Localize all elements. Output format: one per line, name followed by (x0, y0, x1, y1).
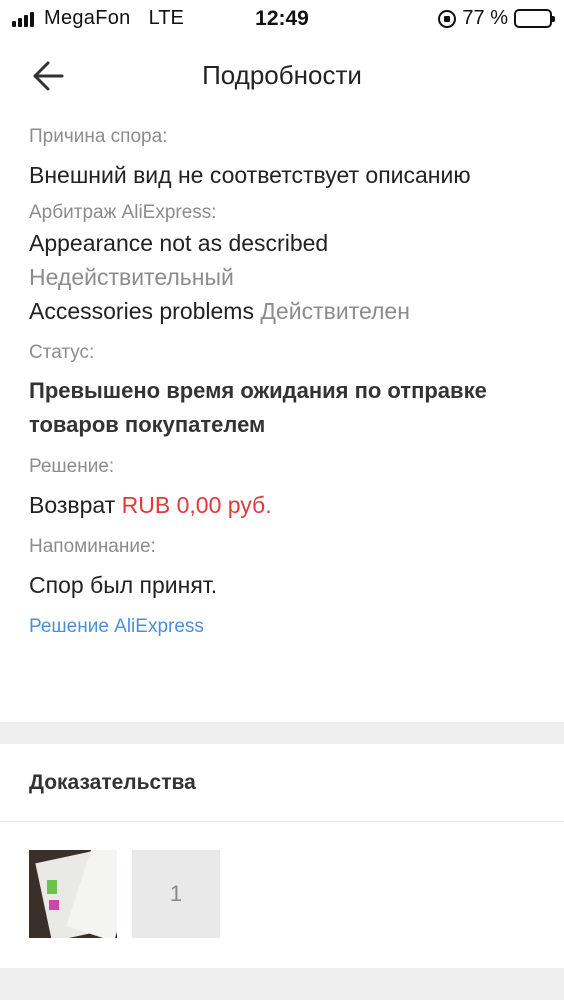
reason-value: Внешний вид не соответствует описанию (29, 162, 471, 188)
bottom-divider (0, 968, 564, 1000)
decision-amount: RUB 0,00 руб. (121, 492, 272, 518)
arbitration-item-state: Недействительный (29, 264, 234, 290)
decision-prefix: Возврат (29, 492, 116, 518)
arbitration-item: Accessories problems Действителен (29, 294, 549, 328)
evidence-photo-thumbnail[interactable] (29, 850, 117, 938)
arbitration-label: Арбитраж AliExpress: (29, 202, 217, 223)
status-bar: MegaFon LTE 12:49 77 % (0, 0, 564, 40)
arbitration-item-state: Действителен (260, 298, 410, 324)
arbitration-item: Appearance not as described (29, 226, 549, 260)
battery-percent: 77 % (462, 7, 508, 29)
reason-label: Причина спора: (29, 126, 168, 147)
arbitration-item-name: Accessories problems (29, 298, 254, 324)
status-right: 77 % (438, 7, 555, 30)
aliexpress-decision-link[interactable]: Решение AliExpress (29, 614, 549, 640)
status-label: Статус: (29, 342, 95, 363)
arbitration-item-name: Appearance not as described (29, 230, 329, 256)
battery-icon (514, 9, 555, 28)
nav-bar: Подробности (0, 48, 564, 104)
evidence-count-tile[interactable]: 1 (132, 850, 220, 938)
status-value: Превышено время ожидания по отправке тов… (29, 378, 487, 437)
decision-label: Решение: (29, 456, 115, 477)
dispute-details: Причина спора: Внешний вид не соответств… (29, 124, 549, 640)
page-title: Подробности (202, 60, 362, 90)
reminder-value: Спор был принят. (29, 572, 218, 598)
evidence-header: Доказательства (0, 744, 564, 822)
evidence-thumbnails: 1 (29, 850, 220, 938)
rotation-lock-icon (438, 9, 457, 28)
reminder-label: Напоминание: (29, 536, 156, 557)
evidence-title: Доказательства (29, 771, 196, 794)
section-divider (0, 722, 564, 744)
decision-value: Возврат RUB 0,00 руб. (29, 488, 549, 522)
